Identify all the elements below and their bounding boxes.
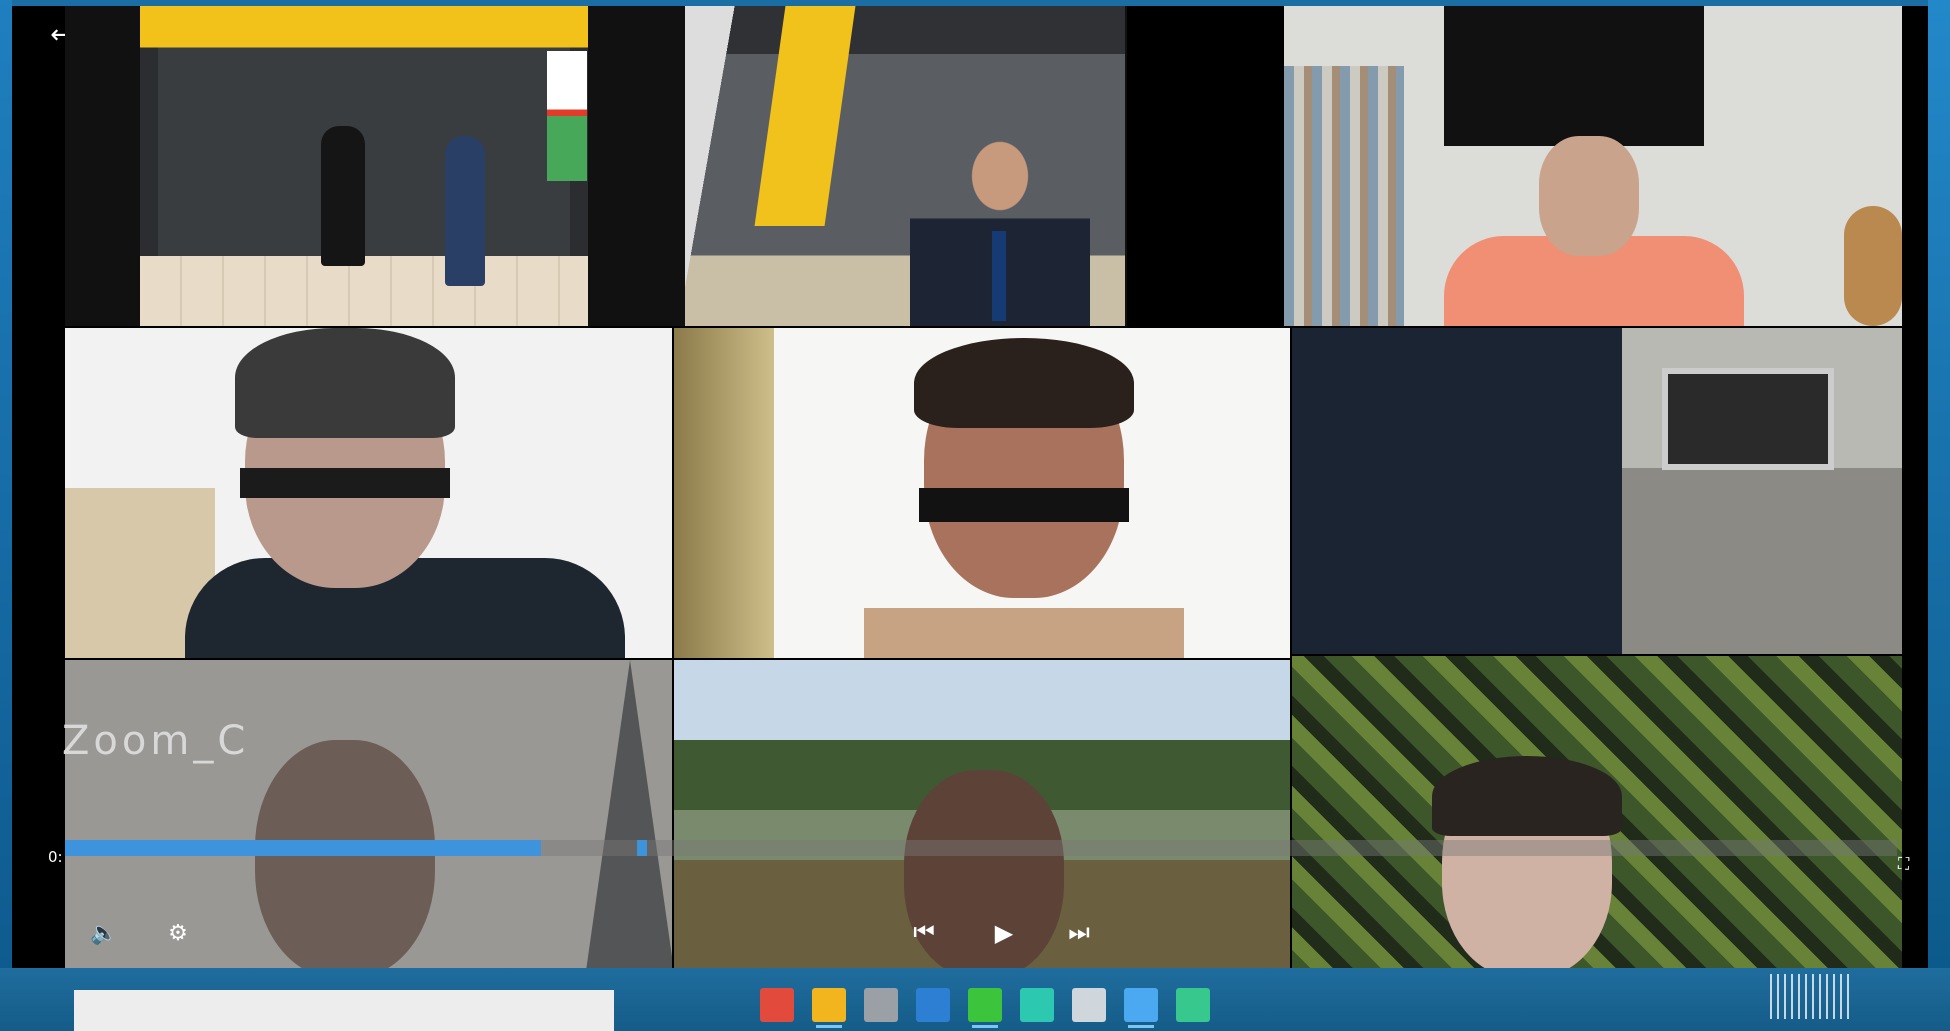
active-indicator <box>1128 1025 1154 1028</box>
previous-button[interactable]: ⏮ <box>907 918 941 948</box>
participant-label <box>674 654 686 658</box>
hair <box>914 338 1134 428</box>
seek-bar[interactable] <box>65 840 1897 856</box>
person-in-suit <box>321 126 365 266</box>
participant-tile-6[interactable] <box>1292 328 1902 654</box>
tray-icons <box>1770 974 1850 1019</box>
tiled-floor <box>140 256 588 326</box>
played-bar <box>65 840 542 856</box>
glasses <box>240 468 450 498</box>
play-icon: ▶ <box>994 919 1014 947</box>
settings-button[interactable]: ⚙ <box>160 921 196 949</box>
participant-tile-8[interactable] <box>674 660 1290 978</box>
app-blue-icon[interactable] <box>916 988 950 1022</box>
desktop-edge-right <box>1928 0 1950 970</box>
participant-label <box>65 654 77 658</box>
microwave <box>1662 368 1834 470</box>
participant-label <box>65 322 77 326</box>
pixelated-face <box>255 740 435 978</box>
dark-jacket <box>185 558 625 658</box>
guitar <box>1844 206 1902 326</box>
time-display: 0: <box>48 848 63 866</box>
store-poster <box>547 51 587 181</box>
dark-curtain <box>1444 6 1704 146</box>
tree-shadow <box>585 660 672 978</box>
volume-button[interactable]: 🔈 <box>84 921 124 949</box>
system-tray[interactable] <box>1750 968 1870 1028</box>
skip-forward-icon: ⏭ <box>1068 918 1090 946</box>
participant-tile-5[interactable] <box>674 328 1290 658</box>
app-lightgray-icon[interactable] <box>1072 988 1106 1022</box>
app-teal-icon[interactable] <box>1020 988 1054 1022</box>
speaker-icon: 🔈 <box>90 921 118 946</box>
app-yellow-icon[interactable] <box>812 988 846 1028</box>
channel-name: Zoom_C <box>62 718 250 764</box>
desktop-edge-left <box>0 0 12 970</box>
app-green-icon[interactable] <box>968 988 1002 1028</box>
pixelated-face <box>1539 136 1639 256</box>
fullscreen-icon: ⛶ <box>1898 854 1910 873</box>
app-sky-icon[interactable] <box>1124 988 1158 1028</box>
play-button[interactable]: ▶ <box>984 913 1024 953</box>
necktie <box>992 231 1006 321</box>
person-silhouette <box>1292 328 1622 654</box>
app-gray-icon[interactable] <box>864 988 898 1022</box>
wall-panel <box>674 328 774 658</box>
next-button[interactable]: ⏭ <box>1062 918 1096 948</box>
participant-label <box>610 322 622 326</box>
participant-tile-3[interactable] <box>1284 6 1902 326</box>
sky <box>674 660 1290 740</box>
app-red-icon[interactable] <box>760 988 794 1022</box>
video-player[interactable]: ← Zoom_C 0: 🔈 ⚙ ⏮ ▶ ⏭ ⛶ <box>12 6 1928 978</box>
participant-tile-9[interactable] <box>1292 656 1902 978</box>
hair <box>1432 756 1622 836</box>
person-with-sign <box>445 136 485 286</box>
participant-tile-2[interactable] <box>610 6 1127 326</box>
hair <box>235 328 455 438</box>
participant-label <box>1292 650 1304 654</box>
active-indicator <box>816 1025 842 1028</box>
skip-back-icon: ⏮ <box>913 918 935 946</box>
gear-icon: ⚙ <box>168 921 188 946</box>
bookshelf <box>1284 66 1404 326</box>
kitchen-wall <box>1622 468 1902 654</box>
taskbar-search-input[interactable] <box>74 990 614 1031</box>
app-mint-icon[interactable] <box>1176 988 1210 1022</box>
fullscreen-button[interactable]: ⛶ <box>1898 854 1918 874</box>
participant-label <box>1284 322 1296 326</box>
taskbar-app-icons <box>760 988 1210 1028</box>
participant-tile-7[interactable] <box>65 660 672 978</box>
shirt <box>864 608 1184 658</box>
video-grid <box>65 6 1902 978</box>
participant-tile-4[interactable] <box>65 328 672 658</box>
sunglasses <box>919 488 1129 522</box>
active-indicator <box>972 1025 998 1028</box>
seek-thumb[interactable] <box>637 840 647 856</box>
participant-tile-1[interactable] <box>65 6 639 326</box>
